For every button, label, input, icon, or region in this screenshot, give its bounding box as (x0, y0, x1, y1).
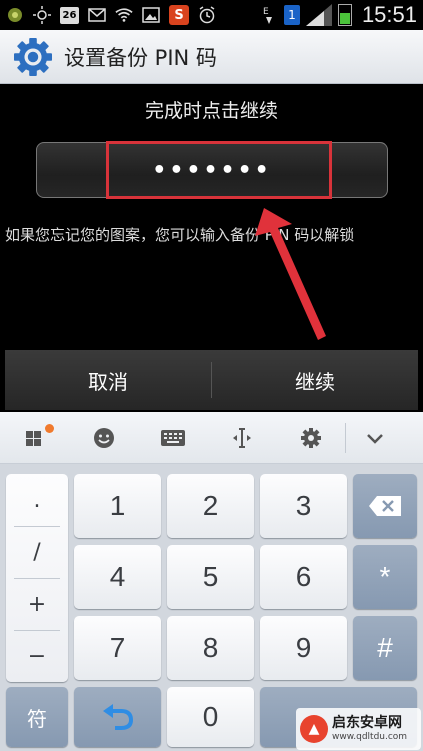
symbol-column: . / + − (6, 474, 68, 682)
wifi-icon (115, 6, 133, 24)
notification-dot (45, 423, 54, 433)
key-star[interactable]: * (353, 545, 417, 609)
key-3[interactable]: 3 (260, 474, 347, 538)
symbol-toggle-button[interactable]: 符 (6, 687, 68, 747)
key-9[interactable]: 9 (260, 616, 347, 680)
battery-icon (337, 4, 352, 26)
action-bar: 取消 继续 (5, 350, 418, 410)
hint-text: 如果您忘记您的图案，您可以输入备份 PIN 码以解锁 (5, 226, 355, 244)
backspace-icon (369, 496, 401, 516)
app-icon (6, 6, 24, 24)
watermark: ▲ 启东安卓网 www.qdltdu.com (296, 708, 421, 750)
alarm-icon (198, 6, 216, 24)
key-6[interactable]: 6 (260, 545, 347, 609)
clock: 15:51 (361, 2, 417, 27)
settings-icon[interactable] (276, 412, 345, 464)
image-icon (142, 6, 160, 24)
chevron-down-icon[interactable] (346, 412, 404, 464)
title-bar: 设置备份 PIN 码 (0, 30, 423, 84)
key-hash[interactable]: # (353, 616, 417, 680)
key-5[interactable]: 5 (167, 545, 254, 609)
key-2[interactable]: 2 (167, 474, 254, 538)
signal-icon (305, 4, 332, 26)
key-slash[interactable]: / (6, 526, 68, 578)
brightness-icon (33, 6, 51, 24)
watermark-url: www.qdltdu.com (332, 732, 408, 742)
keyboard-icon[interactable] (138, 412, 207, 464)
key-4[interactable]: 4 (74, 545, 161, 609)
page-title: 设置备份 PIN 码 (64, 45, 217, 70)
continue-button[interactable]: 继续 (212, 350, 418, 410)
watermark-logo-icon: ▲ (300, 715, 328, 743)
cursor-icon[interactable] (207, 412, 276, 464)
annotation-highlight-box (106, 141, 332, 199)
key-plus[interactable]: + (6, 578, 68, 630)
key-8[interactable]: 8 (167, 616, 254, 680)
backspace-button[interactable] (353, 474, 417, 538)
store-icon: S (169, 5, 189, 25)
undo-button[interactable] (74, 687, 161, 747)
instruction-text: 完成时点击继续 (144, 100, 278, 122)
svg-text:E: E (263, 7, 269, 17)
key-1[interactable]: 1 (74, 474, 161, 538)
emoji-icon[interactable] (69, 412, 138, 464)
calendar-icon: 26 (60, 6, 79, 24)
data-transfer-icon: E (260, 6, 278, 24)
cancel-button[interactable]: 取消 (5, 350, 211, 410)
key-7[interactable]: 7 (74, 616, 161, 680)
key-0[interactable]: 0 (167, 687, 254, 747)
sim-icon: 1 (283, 5, 300, 25)
keyboard-toolbar (0, 412, 423, 464)
undo-icon (102, 704, 133, 730)
apps-icon[interactable] (0, 412, 69, 464)
watermark-name: 启东安卓网 (332, 715, 402, 731)
key-dot[interactable]: . (6, 474, 68, 526)
settings-gear-icon (14, 37, 52, 76)
mail-icon (88, 6, 106, 24)
key-minus[interactable]: − (6, 630, 68, 682)
status-bar: 26 S E 1 15:51 (0, 0, 423, 30)
